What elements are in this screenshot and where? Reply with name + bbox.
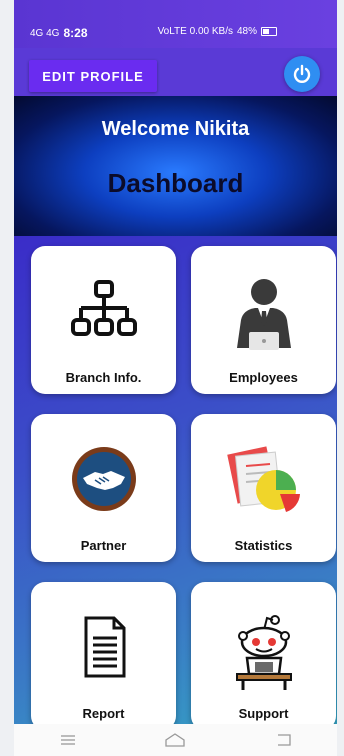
tile-employees[interactable]: Employees	[191, 246, 336, 394]
tile-report[interactable]: Report	[31, 582, 176, 730]
tile-label: Report	[82, 706, 125, 721]
report-icon	[84, 616, 125, 678]
clock: 8:28	[63, 26, 88, 40]
tile-support[interactable]: Support	[191, 582, 336, 730]
welcome-text: Welcome Nikita	[101, 118, 250, 140]
menu-icon	[60, 735, 75, 745]
tile-label: Employees	[229, 370, 298, 385]
statistics-icon	[226, 446, 300, 512]
power-icon	[293, 64, 311, 83]
employee-icon	[236, 279, 291, 350]
battery-icon	[261, 27, 277, 36]
status-bar: 4G 4G 8:28 VoLTE 0.00 KB/s 48%	[14, 0, 337, 48]
network-speed: VoLTE 0.00 KB/s	[157, 26, 233, 37]
dashboard-banner: Welcome Nikita Dashboard	[14, 96, 337, 236]
back-nav-button[interactable]	[263, 728, 303, 752]
power-button[interactable]	[284, 56, 320, 92]
signal-label: 4G 4G	[30, 27, 60, 39]
support-robot-icon	[235, 615, 292, 690]
tile-label: Branch Info.	[65, 370, 142, 385]
battery-percent: 48%	[236, 26, 257, 37]
tile-label: Statistics	[234, 538, 293, 553]
tile-partner[interactable]: Partner	[31, 414, 176, 562]
menu-nav-button[interactable]	[48, 728, 88, 752]
tile-label: Support	[238, 706, 289, 721]
handshake-icon	[71, 447, 136, 511]
home-nav-button[interactable]	[155, 728, 195, 752]
phone-screen: 4G 4G 8:28 VoLTE 0.00 KB/s 48% EDIT PROF…	[14, 0, 337, 756]
tile-label: Partner	[80, 538, 127, 553]
org-chart-icon	[70, 280, 137, 336]
system-nav-bar	[14, 724, 337, 756]
app-bar: EDIT PROFILE	[14, 48, 337, 96]
dashboard-grid: Branch Info. Employees Partner Statistic…	[14, 236, 337, 730]
tile-statistics[interactable]: Statistics	[191, 414, 336, 562]
tile-branch-info[interactable]: Branch Info.	[31, 246, 176, 394]
dashboard-title: Dashboard	[107, 168, 244, 198]
home-icon	[165, 733, 186, 747]
edit-profile-button[interactable]: EDIT PROFILE	[29, 60, 157, 92]
status-left: 4G 4G 8:28	[30, 26, 88, 40]
back-icon	[278, 734, 291, 746]
status-right: VoLTE 0.00 KB/s 48%	[158, 26, 277, 37]
